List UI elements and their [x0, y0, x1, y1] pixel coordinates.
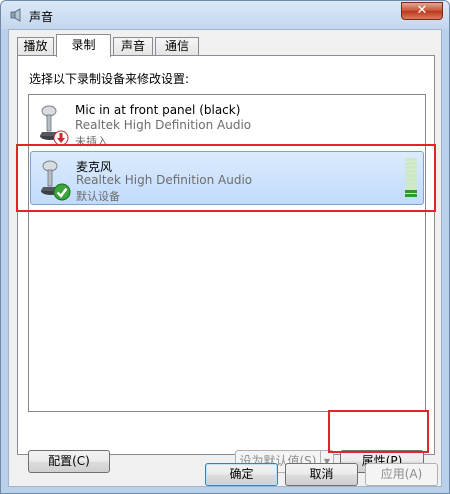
- tab-communications[interactable]: 通信: [155, 37, 199, 56]
- tab-playback[interactable]: 播放: [17, 37, 54, 56]
- device-driver: Realtek High Definition Audio: [75, 118, 252, 132]
- window-title: 声音: [29, 10, 54, 24]
- tab-recording[interactable]: 录制: [56, 34, 111, 57]
- tab-sounds[interactable]: 声音: [113, 37, 153, 56]
- apply-button[interactable]: 应用(A): [365, 463, 438, 486]
- list-item-front-mic[interactable]: Mic in at front panel (black) Realtek Hi…: [30, 97, 424, 151]
- speaker-icon: [10, 8, 21, 22]
- instruction-text: 选择以下录制设备来修改设置:: [29, 72, 190, 86]
- sound-dialog: 声音 ✕ 播放 录制 声音 通信 选择以下录制设备来修改设置: Mic in a…: [0, 0, 450, 494]
- recording-panel: 选择以下录制设备来修改设置: Mic in at front panel (bl…: [17, 55, 435, 473]
- highlight-box-microphone: [16, 144, 436, 212]
- cancel-button[interactable]: 取消: [285, 463, 358, 486]
- ok-button[interactable]: 确定: [205, 463, 278, 486]
- highlight-box-properties: [328, 410, 429, 453]
- device-name: Mic in at front panel (black): [75, 103, 241, 117]
- device-list[interactable]: Mic in at front panel (black) Realtek Hi…: [28, 94, 426, 412]
- title-bar[interactable]: 声音 ✕: [1, 1, 449, 29]
- close-button[interactable]: ✕: [401, 2, 443, 20]
- configure-button[interactable]: 配置(C): [28, 450, 110, 473]
